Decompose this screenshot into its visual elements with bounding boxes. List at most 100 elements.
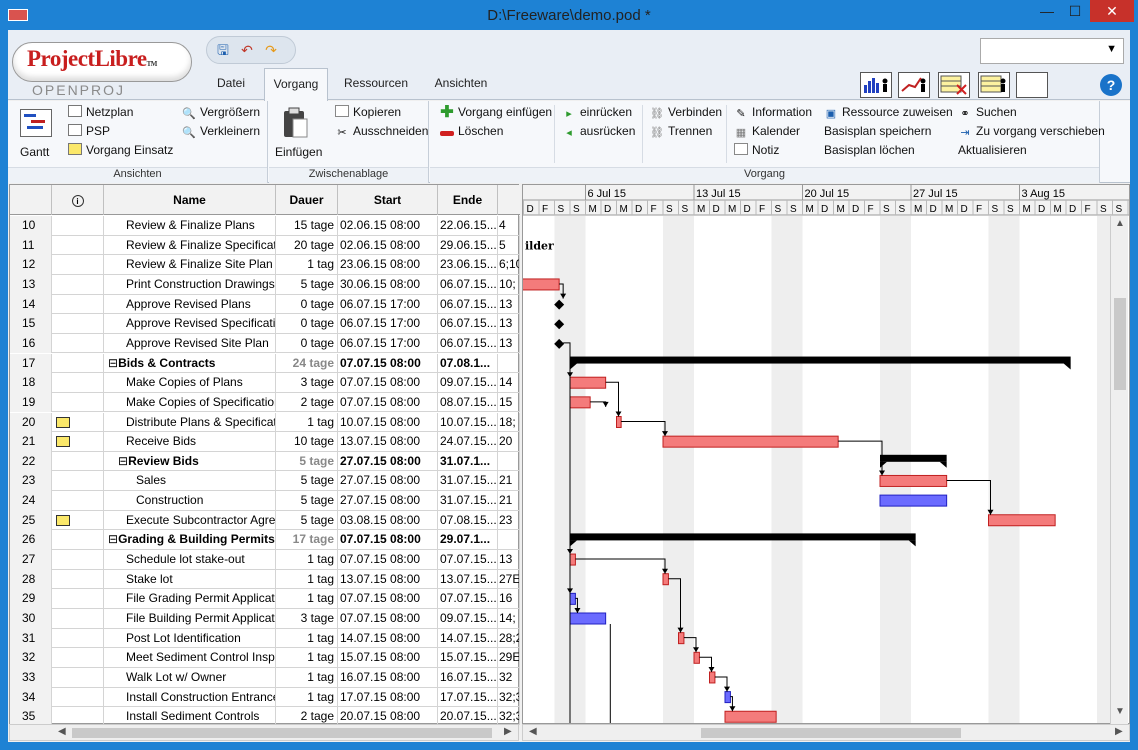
cell-dauer[interactable]: 1 tag [276,648,338,668]
table-row[interactable]: 27 Schedule lot stake-out 1 tag 07.07.15 08… [10,550,520,570]
cell-dauer[interactable]: 17 tage [276,530,338,550]
cell-start[interactable]: 15.07.15 08:00 [338,648,438,668]
cell-start[interactable]: 27.07.15 08:00 [338,451,438,472]
cell-ende[interactable]: 07.07.15... [438,589,498,609]
header-start[interactable]: Start [338,185,438,215]
cell-ende[interactable]: 14.07.15... [438,628,498,649]
cell-indicators[interactable] [52,687,104,708]
psp-button[interactable]: PSP [68,124,110,138]
cell-start[interactable]: 02.06.15 08:00 [338,216,438,236]
cell-name[interactable]: Print Construction Drawings [104,274,276,295]
ausschneiden-button[interactable]: ✂ Ausschneiden [335,124,428,139]
cell-indicators[interactable] [52,648,104,668]
scroll-thumb[interactable] [1114,298,1126,390]
cell-ende[interactable]: 17.07.15... [438,687,498,708]
cell-start[interactable]: 03.08.15 08:00 [338,510,438,531]
cell-predecessors[interactable]: 14; [498,609,520,629]
cell-predecessors[interactable]: 27E [498,569,520,590]
gantt-horizontal-scrollbar[interactable]: ◀ ▶ [522,724,1130,741]
table-row[interactable]: 20 Distribute Plans & Specifications1 tag… [10,412,520,433]
cell-dauer[interactable]: 1 tag [276,628,338,649]
close-button[interactable]: ✕ [1090,0,1134,22]
gantt-canvas[interactable]: 156 Jul 1513 Jul 1520 Jul 1527 Jul 153 A… [523,185,1130,724]
table-row[interactable]: 13 Print Construction Drawings 5 tage 30.06… [10,274,520,295]
cell-name[interactable]: Distribute Plans & Specifications [104,412,276,433]
cell-id[interactable]: 12 [10,255,52,275]
cell-name[interactable]: Install Construction Entrance [104,687,276,708]
cell-predecessors[interactable]: 10; [498,274,520,295]
cell-indicators[interactable] [52,530,104,550]
undo-icon[interactable]: ↶ [239,42,255,58]
cell-name[interactable]: Receive Bids [104,432,276,452]
cell-predecessors[interactable]: 20 [498,432,520,452]
table-row[interactable]: 30 File Building Permit Application 3 tage… [10,609,520,629]
cell-start[interactable]: 06.07.15 17:00 [338,314,438,334]
cell-dauer[interactable]: 10 tage [276,432,338,452]
blank-view-icon[interactable] [1016,72,1048,98]
collapse-toggle-icon[interactable]: ⊟ [108,532,118,546]
cell-ende[interactable]: 07.08.1... [438,353,498,374]
cell-predecessors[interactable]: 21 [498,471,520,492]
cell-dauer[interactable]: 2 tage [276,707,338,725]
cell-dauer[interactable]: 5 tage [276,274,338,295]
cell-indicators[interactable] [52,667,104,688]
zoom-in-button[interactable]: 🔍 Vergrößern [182,105,260,120]
tab-ansichten[interactable]: Ansichten [424,68,498,100]
cell-name[interactable]: Construction [104,491,276,511]
cell-dauer[interactable]: 1 tag [276,412,338,433]
cell-dauer[interactable]: 5 tage [276,510,338,531]
header-dauer[interactable]: Dauer [276,185,338,215]
cell-name[interactable]: Make Copies of Specifications [104,392,276,413]
cell-indicators[interactable] [52,609,104,629]
cell-start[interactable]: 27.07.15 08:00 [338,471,438,492]
table-row[interactable]: 10 Review & Finalize Plans 15 tage 02.06.15… [10,216,520,236]
cell-indicators[interactable] [52,589,104,609]
cell-dauer[interactable]: 15 tage [276,216,338,236]
kopieren-button[interactable]: Kopieren [335,105,401,119]
einfuegen-button[interactable]: Einfügen [275,145,322,159]
cell-name[interactable]: Make Copies of Plans [104,373,276,393]
trennen-button[interactable]: ⛓ Trennen [650,124,712,139]
cell-ende[interactable]: 07.08.15... [438,510,498,531]
collapse-toggle-icon[interactable]: ⊟ [118,454,128,468]
tab-vorgang[interactable]: Vorgang [264,68,328,101]
cell-ende[interactable]: 08.07.15... [438,392,498,413]
cell-name[interactable]: ⊟Grading & Building Permits [104,530,276,550]
redo-icon[interactable]: ↷ [263,42,279,58]
cell-predecessors[interactable]: 5 [498,235,520,256]
zu-vorgang-verschieben-button[interactable]: ⇥ Zu vorgang verschieben [958,124,1104,139]
cell-dauer[interactable]: 1 tag [276,667,338,688]
cell-start[interactable]: 27.07.15 08:00 [338,491,438,511]
cell-id[interactable]: 22 [10,451,52,472]
table-row[interactable]: 34 Install Construction Entrance 1 tag 17.0… [10,687,520,708]
table-row[interactable]: 31 Post Lot Identification 1 tag 14.07.15 0… [10,628,520,649]
header-ende[interactable]: Ende [438,185,498,215]
cell-dauer[interactable]: 20 tage [276,235,338,256]
cell-name[interactable]: Install Sediment Controls [104,707,276,725]
cell-id[interactable]: 26 [10,530,52,550]
tab-datei[interactable]: Datei [204,68,258,100]
aktualisieren-button[interactable]: Aktualisieren [958,143,1027,157]
vertical-scrollbar[interactable]: ▲ ▼ [1110,216,1128,724]
cell-id[interactable]: 27 [10,550,52,570]
cell-dauer[interactable]: 1 tag [276,550,338,570]
cell-start[interactable]: 07.07.15 08:00 [338,550,438,570]
cell-ende[interactable]: 29.06.15... [438,235,498,256]
table-row[interactable]: 21 Receive Bids 10 tage 13.07.15 08:00 24.07… [10,432,520,452]
cell-dauer[interactable]: 1 tag [276,569,338,590]
cell-ende[interactable]: 09.07.15... [438,609,498,629]
cell-id[interactable]: 16 [10,333,52,354]
cell-indicators[interactable] [52,235,104,256]
cell-id[interactable]: 18 [10,373,52,393]
cell-predecessors[interactable]: 14 [498,373,520,393]
vorgang-einsatz-button[interactable]: Vorgang Einsatz [68,143,173,157]
cell-predecessors[interactable] [498,530,520,550]
cell-start[interactable]: 07.07.15 08:00 [338,373,438,393]
table-row[interactable]: 11 Review & Finalize Specifications20 tag… [10,235,520,256]
scroll-left-icon[interactable]: ◀ [529,726,537,737]
table-row[interactable]: 17 ⊟Bids & Contracts 24 tage 07.07.15 08:00… [10,353,520,374]
cell-indicators[interactable] [52,392,104,413]
cell-predecessors[interactable]: 13 [498,333,520,354]
cell-ende[interactable]: 24.07.15... [438,432,498,452]
cell-start[interactable]: 07.07.15 08:00 [338,589,438,609]
